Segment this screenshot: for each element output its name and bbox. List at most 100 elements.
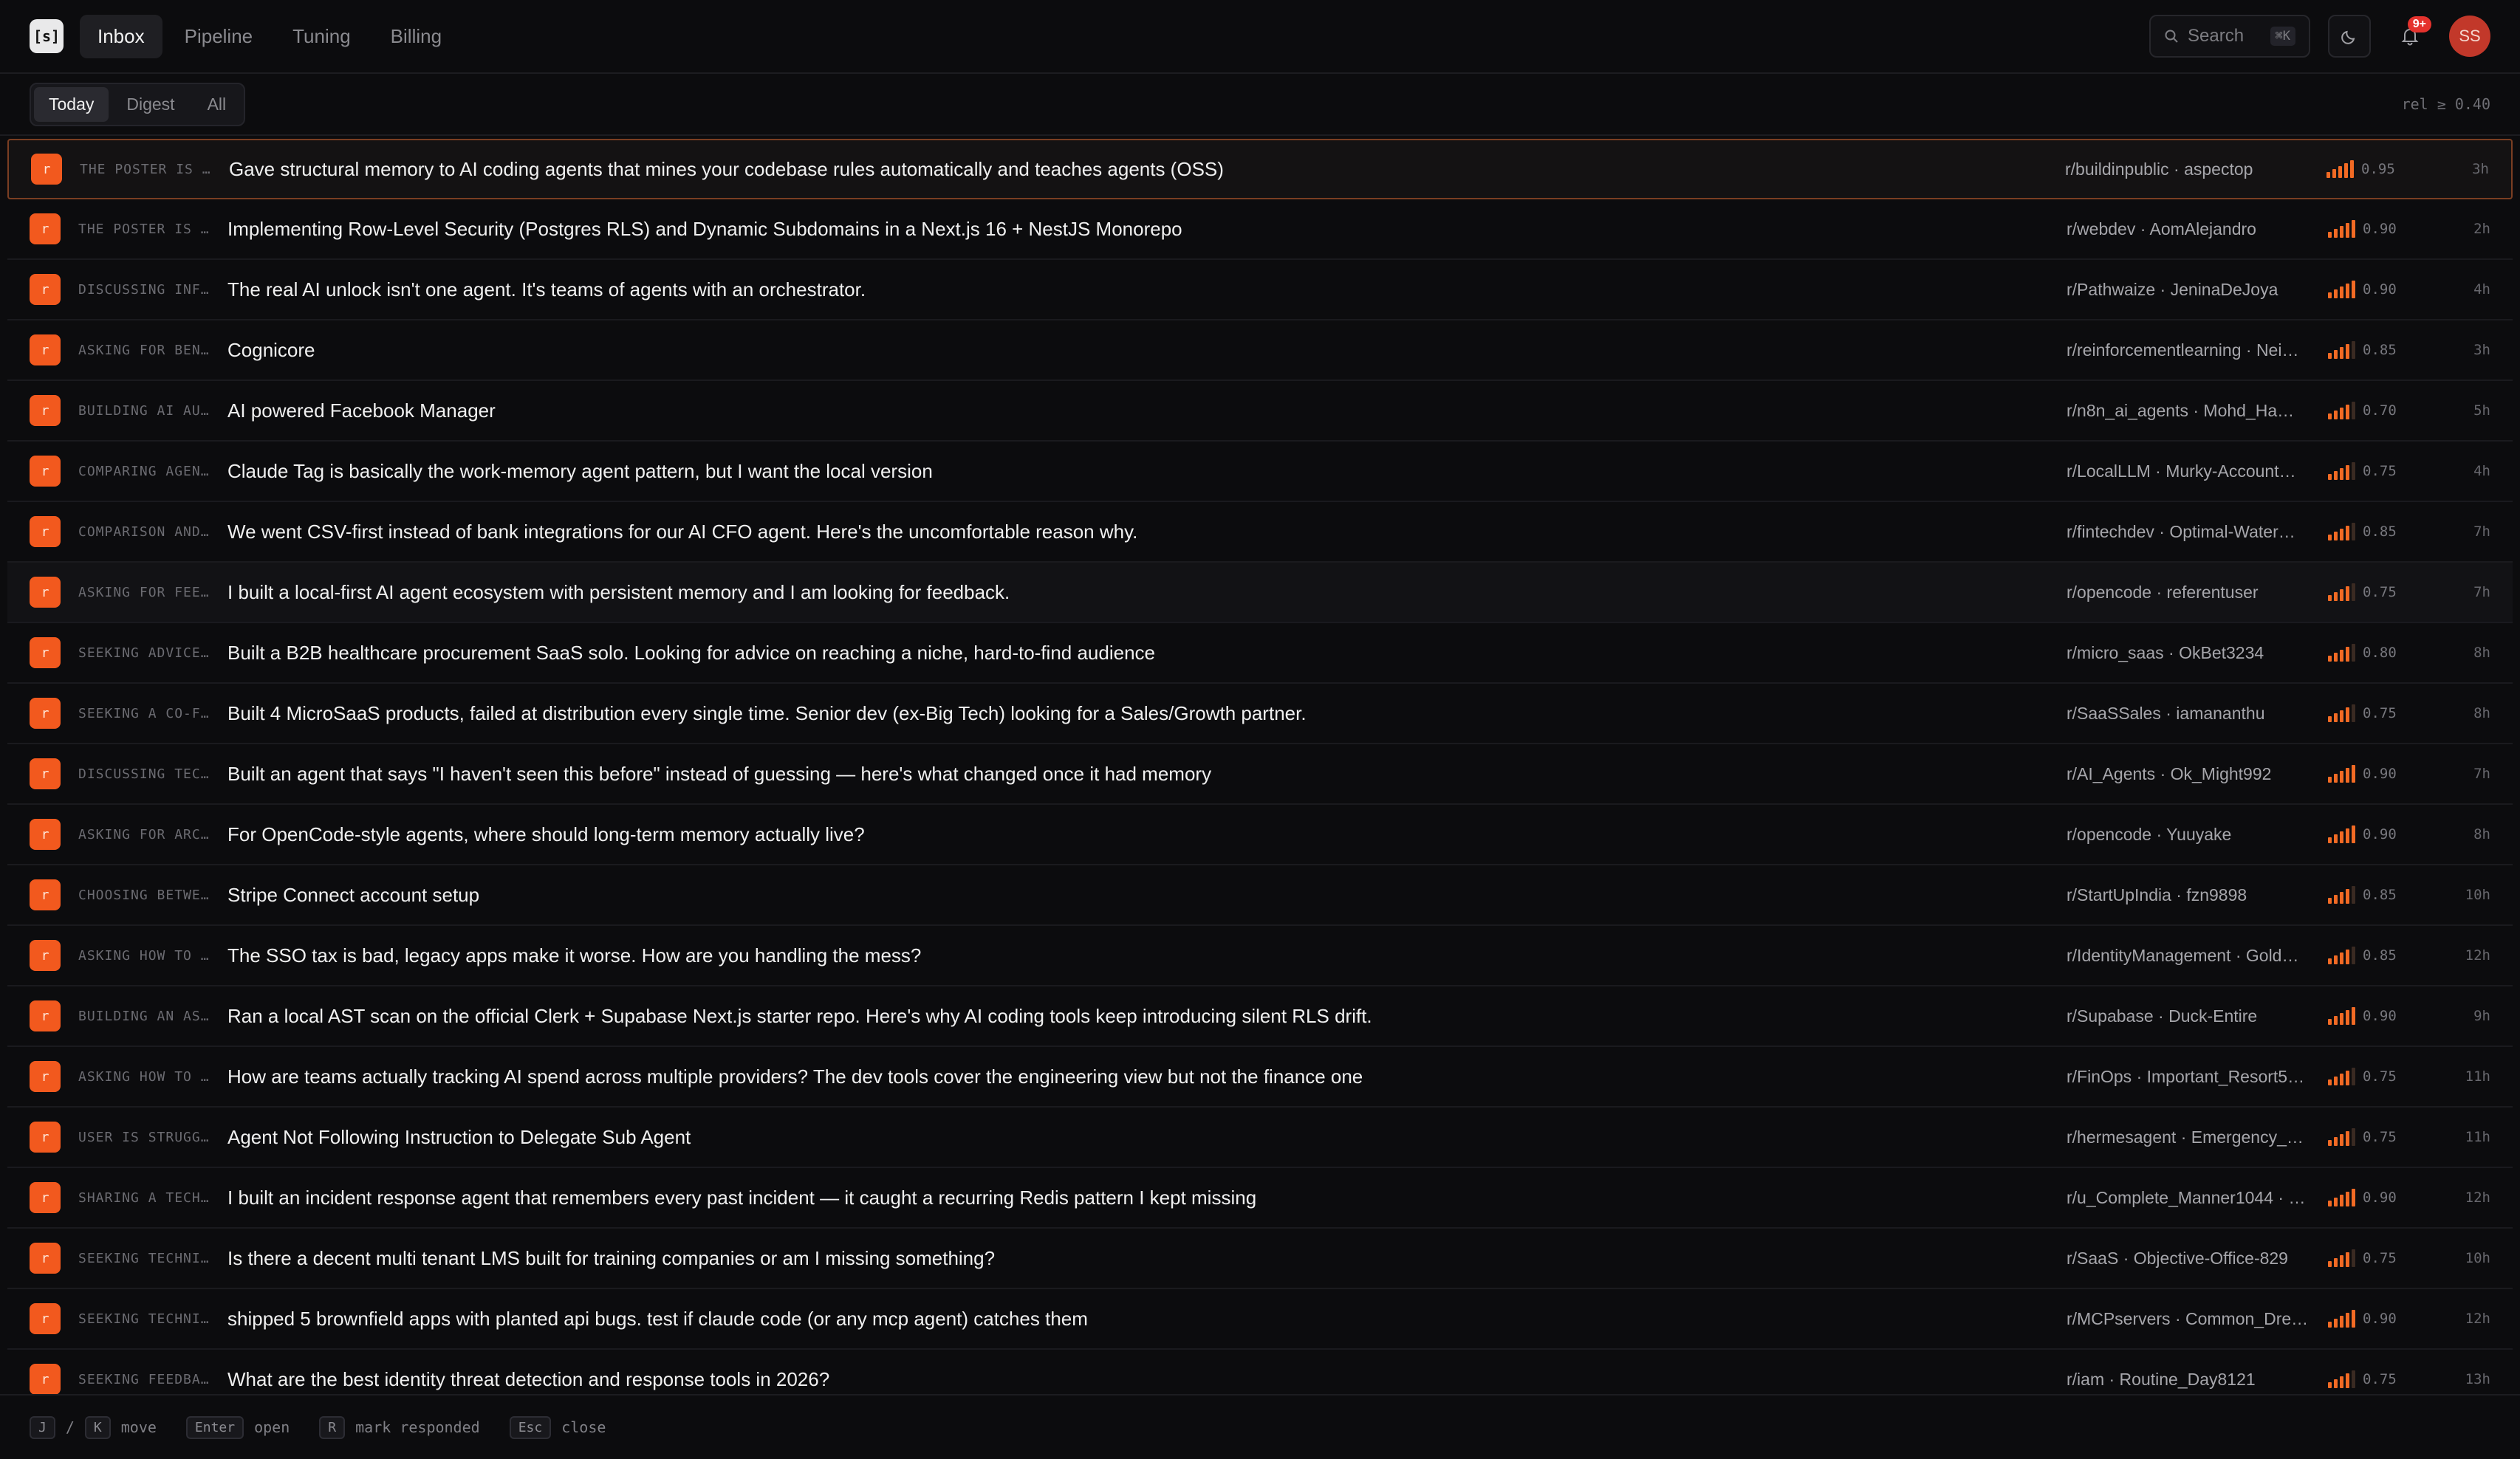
nav-pipeline[interactable]: Pipeline — [167, 15, 271, 58]
score-bar — [2328, 1261, 2332, 1267]
post-title[interactable]: Claude Tag is basically the work-memory … — [227, 460, 2067, 483]
reddit-source-icon: r — [30, 1364, 61, 1395]
post-row[interactable]: r COMPARING AGEN… Claude Tag is basically … — [7, 442, 2513, 502]
tab-today[interactable]: Today — [34, 86, 109, 122]
score-value: 0.75 — [2363, 1129, 2397, 1145]
signal-bars-icon — [2328, 1128, 2355, 1146]
post-age: 11h — [2465, 1068, 2490, 1085]
reddit-source-icon: r — [31, 154, 62, 185]
post-age: 12h — [2465, 1311, 2490, 1327]
search-button[interactable]: Search ⌘K — [2149, 15, 2310, 58]
nav-billing[interactable]: Billing — [373, 15, 459, 58]
reddit-source-icon: r — [30, 1303, 61, 1334]
post-title[interactable]: Is there a decent multi tenant LMS built… — [227, 1247, 2067, 1270]
signal-bars-icon — [2328, 886, 2355, 904]
post-row[interactable]: r ASKING FOR BEN… Cognicore r/reinforcement… — [7, 320, 2513, 381]
post-title[interactable]: AI powered Facebook Manager — [227, 399, 2067, 422]
post-title[interactable]: Stripe Connect account setup — [227, 884, 2067, 907]
post-title[interactable]: Ran a local AST scan on the official Cle… — [227, 1005, 2067, 1028]
intent-tag: SEEKING TECHNI… — [78, 1250, 210, 1266]
theme-toggle-button[interactable] — [2328, 15, 2371, 58]
post-row[interactable]: r THE POSTER IS … Gave structural memory t… — [7, 139, 2513, 199]
reddit-source-icon: r — [30, 516, 61, 547]
main-nav: Inbox Pipeline Tuning Billing — [80, 14, 459, 58]
post-title[interactable]: Built a B2B healthcare procurement SaaS … — [227, 642, 2067, 665]
score-bar — [2328, 232, 2332, 238]
post-row[interactable]: r SHARING A TECH… I built an incident resp… — [7, 1168, 2513, 1229]
post-row[interactable]: r BUILDING AN AS… Ran a local AST scan on … — [7, 986, 2513, 1047]
app-logo[interactable]: [s] — [30, 19, 64, 53]
post-age: 9h — [2473, 1008, 2490, 1024]
post-title[interactable]: Gave structural memory to AI coding agen… — [229, 158, 2065, 181]
score-bar — [2340, 529, 2343, 540]
score-bar — [2346, 405, 2349, 419]
subreddit-author: r/u_Complete_Manner1044 · … — [2067, 1187, 2306, 1207]
post-row[interactable]: r THE POSTER IS … Implementing Row-Level S… — [7, 199, 2513, 260]
post-title[interactable]: The SSO tax is bad, legacy apps make it … — [227, 944, 2067, 967]
intent-tag: ASKING HOW TO … — [78, 947, 210, 964]
score-bar — [2346, 223, 2349, 238]
post-title[interactable]: What are the best identity threat detect… — [227, 1368, 2067, 1391]
post-row[interactable]: r COMPARISON AND… We went CSV-first instea… — [7, 502, 2513, 563]
post-title[interactable]: For OpenCode-style agents, where should … — [227, 823, 2067, 846]
score-bar — [2340, 1376, 2343, 1388]
subreddit-author: r/micro_saas · OkBet3234 — [2067, 642, 2264, 662]
post-title[interactable]: How are teams actually tracking AI spend… — [227, 1065, 2067, 1088]
relevance-score: 0.90 — [2328, 1189, 2409, 1206]
key-enter: Enter — [185, 1415, 244, 1439]
relevance-score: 0.70 — [2328, 402, 2409, 419]
post-row[interactable]: r SEEKING TECHNI… shipped 5 brownfield app… — [7, 1289, 2513, 1350]
score-bar — [2334, 532, 2338, 540]
user-avatar[interactable]: SS — [2449, 16, 2490, 57]
post-row[interactable]: r SEEKING TECHNI… Is there a decent multi … — [7, 1229, 2513, 1289]
post-title[interactable]: Built 4 MicroSaaS products, failed at di… — [227, 702, 2067, 725]
tab-all[interactable]: All — [193, 87, 242, 122]
subreddit-author: r/FinOps · Important_Resort5… — [2067, 1066, 2305, 1086]
score-bar — [2352, 1370, 2355, 1388]
post-title[interactable]: The real AI unlock isn't one agent. It's… — [227, 278, 2067, 301]
post-age: 13h — [2465, 1371, 2490, 1387]
notifications-button[interactable]: 9+ — [2389, 15, 2431, 58]
post-row[interactable]: r SEEKING A CO-F… Built 4 MicroSaaS produc… — [7, 684, 2513, 744]
post-title[interactable]: We went CSV-first instead of bank integr… — [227, 521, 2067, 543]
score-value: 0.70 — [2363, 402, 2397, 419]
post-row[interactable]: r CHOOSING BETWE… Stripe Connect account s… — [7, 865, 2513, 926]
score-bar — [2328, 1201, 2332, 1206]
subreddit-author: r/StartUpIndia · fzn9898 — [2067, 885, 2247, 904]
post-title[interactable]: Cognicore — [227, 339, 2067, 362]
reddit-source-icon: r — [30, 758, 61, 789]
post-age: 8h — [2473, 645, 2490, 661]
nav-inbox[interactable]: Inbox — [80, 14, 162, 58]
post-row[interactable]: r SEEKING ADVICE… Built a B2B healthcare p… — [7, 623, 2513, 684]
relevance-score: 0.75 — [2328, 1068, 2409, 1085]
score-bar — [2334, 350, 2338, 359]
post-title[interactable]: Built an agent that says "I haven't seen… — [227, 763, 2067, 786]
post-row[interactable]: r ASKING HOW TO … How are teams actually t… — [7, 1047, 2513, 1108]
tab-digest[interactable]: Digest — [112, 87, 189, 122]
post-row[interactable]: r ASKING FOR ARC… For OpenCode-style agent… — [7, 805, 2513, 865]
post-title[interactable]: Agent Not Following Instruction to Deleg… — [227, 1126, 2067, 1149]
relevance-score: 0.85 — [2328, 341, 2409, 359]
post-row[interactable]: r ASKING FOR FEE… I built a local-first AI… — [7, 563, 2513, 623]
post-age: 11h — [2465, 1129, 2490, 1145]
relevance-score: 0.85 — [2328, 947, 2409, 964]
post-row[interactable]: r ASKING HOW TO … The SSO tax is bad, lega… — [7, 926, 2513, 986]
score-value: 0.85 — [2363, 887, 2397, 903]
post-title[interactable]: Implementing Row-Level Security (Postgre… — [227, 218, 2067, 241]
score-bar — [2334, 774, 2338, 783]
post-row[interactable]: r BUILDING AI AU… AI powered Facebook Mana… — [7, 381, 2513, 442]
post-title[interactable]: I built a local-first AI agent ecosystem… — [227, 581, 2067, 604]
post-list: r THE POSTER IS … Gave structural memory t… — [7, 139, 2513, 1410]
post-title[interactable]: I built an incident response agent that … — [227, 1187, 2067, 1209]
score-bar — [2334, 1319, 2338, 1328]
intent-tag: THE POSTER IS … — [80, 161, 211, 177]
relevance-score: 0.85 — [2328, 886, 2409, 904]
score-bar — [2352, 341, 2355, 359]
post-title[interactable]: shipped 5 brownfield apps with planted a… — [227, 1308, 2067, 1331]
post-row[interactable]: r DISCUSSING TEC… Built an agent that says… — [7, 744, 2513, 805]
post-row[interactable]: r DISCUSSING INF… The real AI unlock isn't… — [7, 260, 2513, 320]
post-row[interactable]: r USER IS STRUGG… Agent Not Following Inst… — [7, 1108, 2513, 1168]
score-bar — [2346, 950, 2349, 964]
key-r: R — [319, 1415, 346, 1439]
nav-tuning[interactable]: Tuning — [275, 15, 369, 58]
